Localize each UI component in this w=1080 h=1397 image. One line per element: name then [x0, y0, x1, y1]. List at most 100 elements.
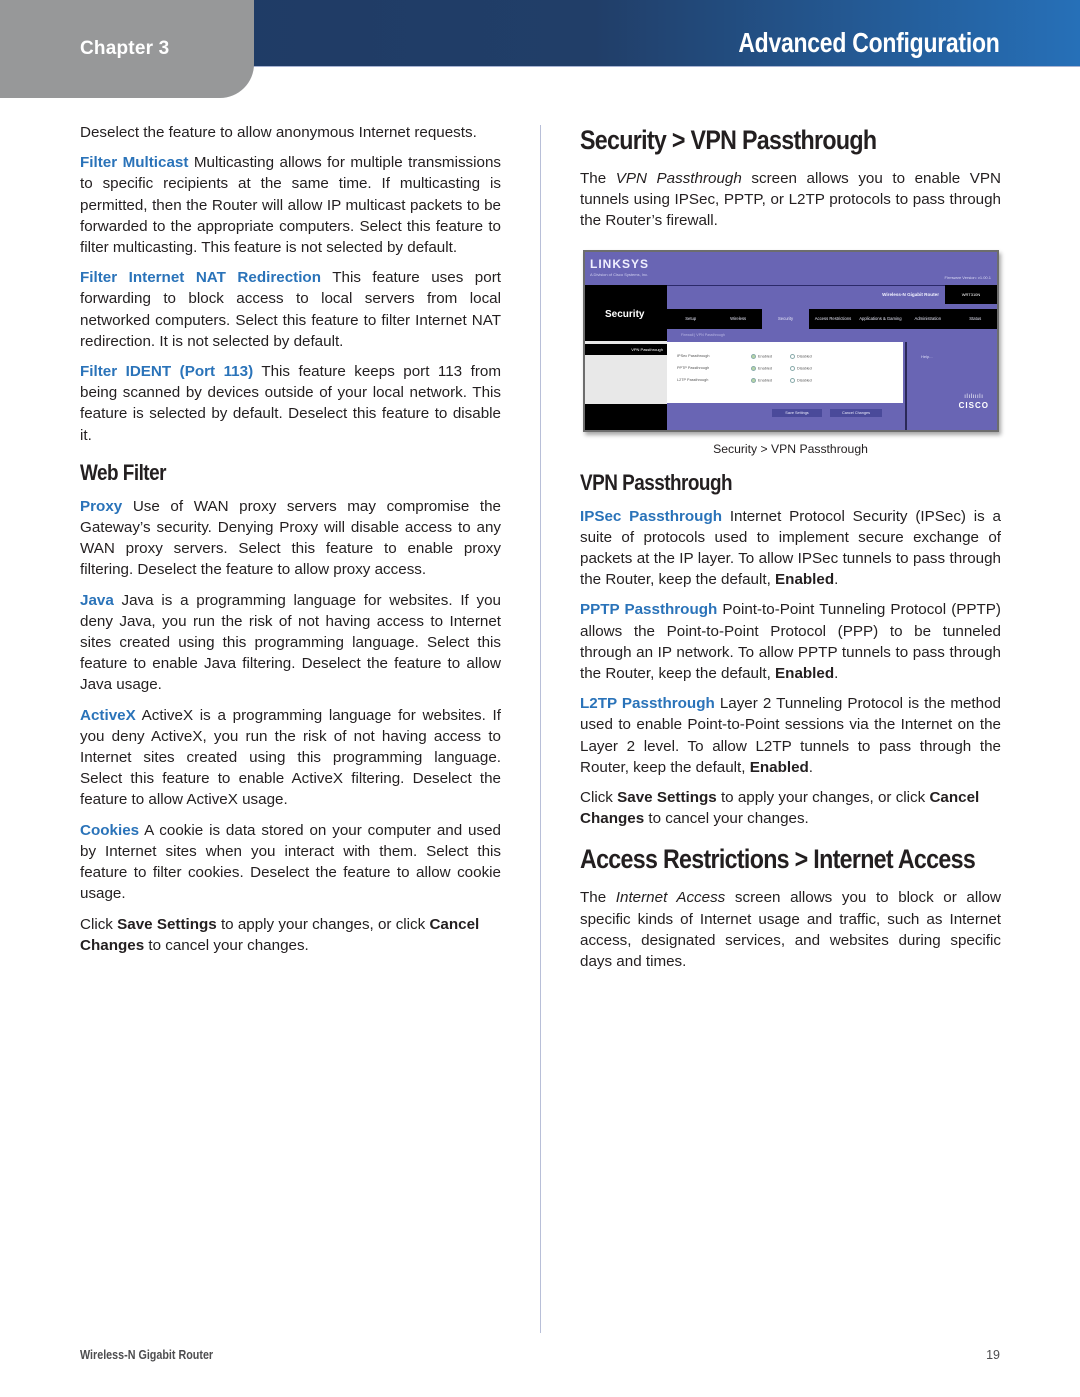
figure-product-name: Wireless-N Gigabit Router [882, 291, 939, 297]
term-filter-ident: Filter IDENT (Port 113) [80, 363, 254, 381]
ipsec-end: . [834, 571, 839, 589]
save-note-post: to cancel your changes. [144, 936, 309, 954]
radio-enabled[interactable]: Enabled [751, 377, 772, 383]
radio-selected-icon [751, 353, 756, 359]
figure-help-link[interactable]: Help... [921, 354, 933, 359]
cisco-bars-icon: ıǀıǀıııǀı [964, 393, 984, 400]
vpn-intro-italic: VPN Passthrough [615, 170, 742, 187]
save-settings-ref: Save Settings [617, 789, 717, 807]
chapter-tab: Chapter 3 [0, 0, 254, 98]
filter-multicast-paragraph: Filter Multicast Multicasting allows for… [80, 152, 501, 258]
save-note-left: Click Save Settings to apply your change… [80, 914, 501, 956]
radio-selected-icon [751, 377, 756, 383]
figure-tab-status[interactable]: Status [952, 309, 997, 329]
radio-label: Disabled [797, 378, 812, 383]
figure-subtabs[interactable]: Firewall | VPN Passthrough [667, 328, 997, 341]
cisco-wordmark: CISCO [958, 400, 989, 410]
radio-disabled[interactable]: Disabled [790, 365, 812, 371]
figure-tab-applications-gaming[interactable]: Applications & Gaming [857, 309, 904, 329]
figure-tab-bar: Setup Wireless Security Access Restricti… [667, 308, 997, 329]
save-note-pre: Click [580, 789, 618, 807]
access-intro-italic: Internet Access [615, 889, 726, 907]
figure-tab-wireless[interactable]: Wireless [714, 309, 761, 329]
left-column: Deselect the feature to allow anonymous … [80, 122, 501, 965]
save-note-mid: to apply your changes, or click [216, 915, 430, 933]
proxy-text: Use of WAN proxy servers may compromise … [80, 497, 501, 579]
vpn-passthrough-subheading: VPN Passthrough [580, 469, 733, 495]
chapter-label: Chapter 3 [80, 38, 170, 59]
activex-text: ActiveX is a programming language for we… [80, 706, 501, 809]
figure-side-label: VPN Passthrough [585, 343, 667, 355]
pptp-paragraph: PPTP Passthrough Point-to-Point Tunnelin… [580, 599, 1001, 684]
activex-paragraph: ActiveX ActiveX is a programming languag… [80, 705, 501, 811]
cookies-text: A cookie is data stored on your computer… [80, 821, 501, 903]
linksys-logo-subtitle: A Division of Cisco Systems, Inc. [590, 271, 649, 277]
page-number: 19 [986, 1348, 1000, 1362]
radio-label: Disabled [797, 354, 812, 359]
radio-disabled[interactable]: Disabled [790, 377, 812, 383]
figure-tab-administration[interactable]: Administration [904, 309, 951, 329]
term-activex: ActiveX [80, 706, 136, 724]
vpn-intro-paragraph: The VPN Passthrough screen allows you to… [580, 168, 1001, 232]
access-intro-pre: The [580, 889, 616, 907]
radio-label: Enabled [758, 354, 772, 359]
radio-label: Disabled [797, 366, 812, 371]
figure-tab-security[interactable]: Security [761, 308, 810, 329]
figure-bottom-left [585, 403, 667, 430]
java-text: Java is a programming language for websi… [80, 591, 501, 694]
radio-selected-icon [751, 365, 756, 371]
figure-help-panel: Help... ıǀıǀıııǀı CISCO [905, 341, 997, 430]
save-settings-ref: Save Settings [117, 915, 217, 933]
l2tp-default: Enabled [749, 758, 809, 776]
figure-cancel-changes-button[interactable]: Cancel Changes [830, 408, 882, 417]
figure-model-number: WRT310N [945, 284, 997, 304]
radio-enabled[interactable]: Enabled [751, 353, 772, 359]
save-note-post: to cancel your changes. [644, 810, 809, 828]
radio-enabled[interactable]: Enabled [751, 365, 772, 371]
vpn-section-heading: Security > VPN Passthrough [580, 125, 877, 155]
radio-label: Enabled [758, 378, 772, 383]
save-note-right: Click Save Settings to apply your change… [580, 787, 1001, 829]
vpn-screenshot-figure: LINKSYS A Division of Cisco Systems, Inc… [583, 249, 999, 432]
term-filter-nat: Filter Internet NAT Redirection [80, 269, 321, 287]
figure-button-bar: Save Settings Cancel Changes [667, 402, 903, 430]
figure-tab-access-restrictions[interactable]: Access Restrictions [809, 309, 856, 329]
column-divider [540, 125, 541, 1333]
proxy-paragraph: Proxy Use of WAN proxy servers may compr… [80, 496, 501, 581]
intro-paragraph: Deselect the feature to allow anonymous … [80, 124, 477, 141]
radio-unselected-icon [790, 365, 795, 371]
l2tp-end: . [808, 758, 814, 776]
pptp-default: Enabled [775, 665, 835, 683]
ipsec-default: Enabled [775, 571, 835, 589]
radio-label: Enabled [758, 366, 772, 371]
cookies-paragraph: Cookies A cookie is data stored on your … [80, 820, 501, 905]
radio-disabled[interactable]: Disabled [790, 353, 812, 359]
term-pptp: PPTP Passthrough [580, 601, 718, 619]
term-java: Java [80, 591, 114, 609]
vpn-intro-pre: The [580, 170, 616, 187]
save-note-mid: to apply your changes, or click [716, 789, 930, 807]
web-filter-heading: Web Filter [80, 459, 166, 485]
filter-nat-paragraph: Filter Internet NAT Redirection This fea… [80, 267, 501, 352]
term-proxy: Proxy [80, 497, 123, 515]
access-intro-paragraph: The Internet Access screen allows you to… [580, 887, 1001, 972]
figure-section-title: Security [605, 308, 645, 320]
term-filter-multicast: Filter Multicast [80, 154, 189, 172]
header-title: Advanced Configuration [738, 27, 1000, 58]
save-note-pre: Click [80, 915, 118, 933]
row-label: IPSec Passthrough [677, 353, 710, 358]
linksys-logo: LINKSYS [590, 256, 650, 271]
figure-tab-setup[interactable]: Setup [667, 309, 714, 329]
firmware-version: Firmware Version: v1.00.1 [944, 274, 991, 280]
figure-content: IPSec Passthrough Enabled Disabled PPTP … [667, 341, 903, 403]
radio-unselected-icon [790, 353, 795, 359]
pptp-end: . [834, 665, 839, 683]
term-cookies: Cookies [80, 821, 140, 839]
figure-save-settings-button[interactable]: Save Settings [772, 408, 822, 417]
term-ipsec: IPSec Passthrough [580, 507, 723, 525]
java-paragraph: Java Java is a programming language for … [80, 590, 501, 696]
footer-product-name: Wireless-N Gigabit Router [80, 1348, 214, 1362]
row-label: PPTP Passthrough [677, 365, 710, 370]
ipsec-paragraph: IPSec Passthrough Internet Protocol Secu… [580, 506, 1001, 591]
term-l2tp: L2TP Passthrough [580, 695, 715, 713]
